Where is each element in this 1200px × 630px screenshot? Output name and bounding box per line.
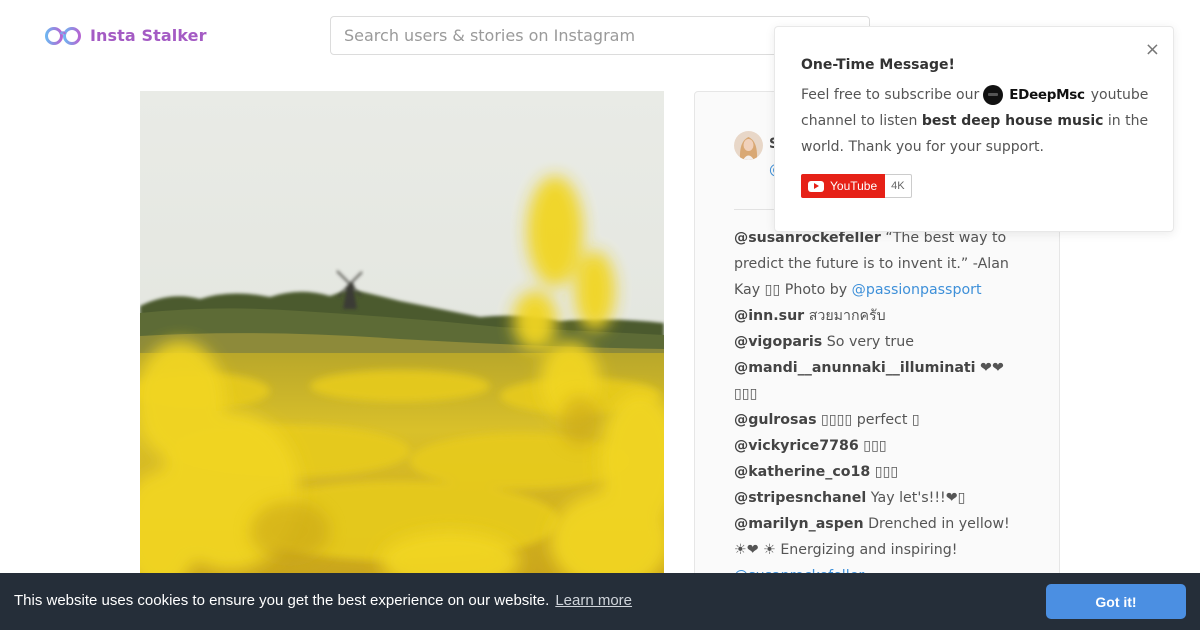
mention-link[interactable]: @passionpassport: [852, 282, 982, 298]
youtube-subscribe-button[interactable]: YouTube: [801, 174, 886, 198]
comment-item: @mandi__anunnaki__illuminati ❤❤▯▯▯: [734, 360, 1004, 402]
comment-item: @marilyn_aspen Drenched in yellow! ☀❤ ☀ …: [734, 516, 1010, 558]
logo-text: Insta Stalker: [90, 25, 207, 45]
learn-more-link[interactable]: Learn more: [555, 592, 632, 609]
comment-item: @susanrockefeller “The best way to predi…: [734, 230, 1009, 298]
edeepmsc-logo-icon: [983, 85, 1004, 105]
comment-text: ▯▯▯: [858, 438, 887, 454]
comment-text: So very true: [822, 334, 914, 350]
glasses-logo-icon: [45, 27, 81, 45]
popup-message: Feel free to subscribe our EDeepMsc youtub…: [801, 82, 1151, 160]
one-time-message-popup: × One-Time Message! Feel free to subscri…: [774, 26, 1174, 232]
comment-item: @gulrosas ▯▯▯▯ perfect ▯: [734, 412, 920, 428]
comment-text: สวยมากครับ: [804, 308, 886, 324]
comment-username[interactable]: @gulrosas: [734, 412, 817, 428]
comment-text: Yay let's!!!❤▯: [866, 490, 966, 506]
comment-username[interactable]: @marilyn_aspen: [734, 516, 864, 532]
subscriber-count: 4K: [885, 174, 912, 198]
cookie-consent-bar: This website uses cookies to ensure you …: [0, 573, 1200, 630]
author-avatar[interactable]: [734, 131, 763, 160]
comments-list: @susanrockefeller “The best way to predi…: [734, 225, 1024, 615]
comment-username[interactable]: @inn.sur: [734, 308, 804, 324]
comment-text: ▯▯▯: [870, 464, 899, 480]
youtube-play-icon: [808, 180, 824, 192]
comment-text: ▯▯▯▯ perfect ▯: [816, 412, 920, 428]
youtube-subscribe-widget: YouTube 4K: [801, 174, 912, 198]
comment-username[interactable]: @susanrockefeller: [734, 230, 881, 246]
got-it-button[interactable]: Got it!: [1046, 584, 1186, 619]
comment-username[interactable]: @katherine_co18: [734, 464, 870, 480]
comment-item: @vigoparis So very true: [734, 334, 914, 350]
edeepmsc-brand[interactable]: EDeepMsc: [983, 82, 1085, 108]
comment-username[interactable]: @stripesnchanel: [734, 490, 866, 506]
post-photo[interactable]: [140, 91, 664, 573]
comment-item: @vickyrice7786 ▯▯▯: [734, 438, 887, 454]
comment-username[interactable]: @mandi__anunnaki__illuminati: [734, 360, 976, 376]
comment-item: @katherine_co18 ▯▯▯: [734, 464, 898, 480]
comment-item: @stripesnchanel Yay let's!!!❤▯: [734, 490, 965, 506]
popup-title: One-Time Message!: [801, 57, 955, 73]
rapeseed-field-windmill-image: [140, 91, 664, 573]
comment-item: @inn.sur สวยมากครับ: [734, 308, 886, 324]
comment-username[interactable]: @vickyrice7786: [734, 438, 859, 454]
close-icon[interactable]: ×: [1145, 41, 1160, 59]
cookie-message: This website uses cookies to ensure you …: [14, 592, 633, 609]
comment-username[interactable]: @vigoparis: [734, 334, 822, 350]
site-logo[interactable]: Insta Stalker: [44, 22, 207, 48]
